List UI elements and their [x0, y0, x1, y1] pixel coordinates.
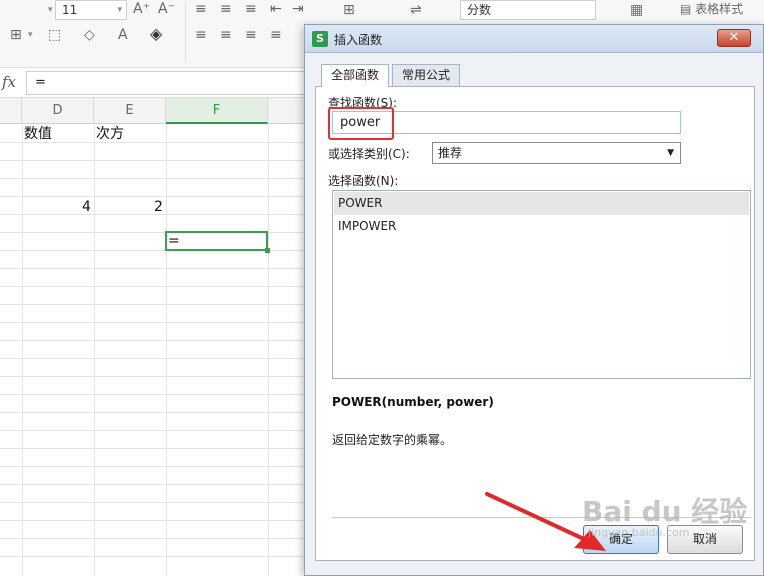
grid-line	[0, 196, 310, 197]
grid-line	[0, 412, 310, 413]
column-header-f[interactable]: F	[166, 98, 268, 124]
align-middle-icon[interactable]: ≡	[220, 1, 232, 17]
spreadsheet-grid[interactable]: D E F 数值 次方 4 2 =	[0, 98, 310, 576]
align-top-icon[interactable]: ≡	[195, 1, 207, 17]
conditional-format-icon[interactable]: ▦	[630, 2, 643, 18]
align-center-icon[interactable]: ≡	[220, 27, 232, 43]
watermark-logo: Bai du 经验	[582, 495, 748, 528]
table-style-button[interactable]: ▤ 表格样式	[680, 1, 743, 17]
table-style-label: 表格样式	[695, 2, 744, 16]
font-name-dropdown-icon[interactable]: ▾	[48, 2, 53, 18]
grid-line	[0, 502, 310, 503]
function-item-power[interactable]: POWER	[334, 192, 749, 215]
decrease-font-icon[interactable]: A⁻	[158, 1, 175, 17]
font-size-select[interactable]: 11 ▾	[55, 0, 127, 20]
font-color-icon[interactable]: A	[118, 27, 128, 43]
highlight-annotation	[328, 107, 394, 140]
watermark: Bai du 经验 jingyan.baidu.com	[582, 490, 747, 539]
grid-line	[0, 520, 310, 521]
cell-d1[interactable]: 数值	[24, 125, 52, 143]
grid-line	[0, 340, 310, 341]
separator	[185, 26, 186, 40]
grid-line	[0, 178, 310, 179]
grid-line	[0, 466, 310, 467]
fx-icon[interactable]: fx	[2, 73, 16, 91]
align-left-icon[interactable]: ≡	[195, 27, 207, 43]
fill-color-icon[interactable]: ◇	[84, 27, 95, 43]
grid-line	[0, 448, 310, 449]
category-value: 推荐	[438, 146, 463, 160]
grid-line	[0, 556, 310, 557]
cell-d5[interactable]: 4	[82, 198, 91, 216]
column-header-c[interactable]	[0, 98, 22, 124]
increase-font-icon[interactable]: A⁺	[133, 1, 150, 17]
grid-line	[0, 376, 310, 377]
column-header-e[interactable]: E	[94, 98, 166, 124]
grid-line	[0, 538, 310, 539]
chevron-down-icon: ▼	[667, 148, 674, 158]
select-function-label: 选择函数(N):	[328, 174, 399, 188]
grid-line	[0, 394, 310, 395]
wrap-text-icon[interactable]: ⇌	[410, 2, 422, 18]
category-select[interactable]: 推荐 ▼	[432, 142, 681, 164]
number-format-value: 分数	[467, 3, 492, 17]
chevron-down-icon: ▾	[117, 5, 122, 15]
grid-line	[94, 124, 95, 576]
grid-line	[0, 160, 310, 161]
formula-input[interactable]: =	[26, 71, 316, 95]
justify-icon[interactable]: ≡	[270, 27, 282, 43]
grid-line	[268, 124, 269, 576]
function-item-impower[interactable]: IMPOWER	[334, 215, 749, 238]
eraser-icon[interactable]: ◈	[150, 26, 162, 42]
category-label: 或选择类别(C):	[328, 147, 410, 161]
close-button[interactable]: ✕	[717, 29, 751, 47]
grid-line	[22, 124, 23, 576]
align-bottom-icon[interactable]: ≡	[245, 1, 257, 17]
wps-app-icon: S	[312, 31, 328, 47]
tab-common-formulas[interactable]: 常用公式	[392, 64, 460, 86]
grid-line	[0, 268, 310, 269]
grid-line	[0, 322, 310, 323]
border-icon[interactable]: ⊞	[10, 27, 22, 43]
border-dropdown-icon[interactable]: ▾	[28, 27, 33, 43]
column-header-d[interactable]: D	[22, 98, 94, 124]
cell-e1[interactable]: 次方	[96, 125, 124, 143]
active-cell-f7[interactable]: =	[165, 231, 270, 253]
grid-line	[0, 304, 310, 305]
align-right-icon[interactable]: ≡	[245, 27, 257, 43]
function-description: 返回给定数字的乘幂。	[332, 433, 453, 447]
font-size-value: 11	[62, 3, 78, 17]
grid-line	[0, 484, 310, 485]
merge-cells-icon[interactable]: ⊞	[343, 2, 355, 18]
cell-e5[interactable]: 2	[154, 198, 163, 216]
grid-line	[0, 358, 310, 359]
grid-line	[166, 124, 167, 576]
grid-line	[0, 430, 310, 431]
function-signature: POWER(number, power)	[332, 395, 494, 409]
dialog-title: 插入函数	[334, 33, 383, 47]
number-format-select[interactable]: 分数	[460, 0, 596, 20]
grid-line	[0, 286, 310, 287]
outdent-icon[interactable]: ⇥	[292, 1, 304, 17]
tab-all-functions[interactable]: 全部函数	[321, 64, 389, 87]
function-list[interactable]: POWER IMPOWER	[332, 190, 751, 379]
format-painter-icon[interactable]: ⬚	[48, 27, 61, 43]
dialog-titlebar[interactable]: S 插入函数 ✕	[305, 25, 763, 53]
fill-handle[interactable]	[265, 248, 270, 253]
indent-icon[interactable]: ⇤	[270, 1, 282, 17]
cell-f7-value: =	[168, 233, 180, 249]
